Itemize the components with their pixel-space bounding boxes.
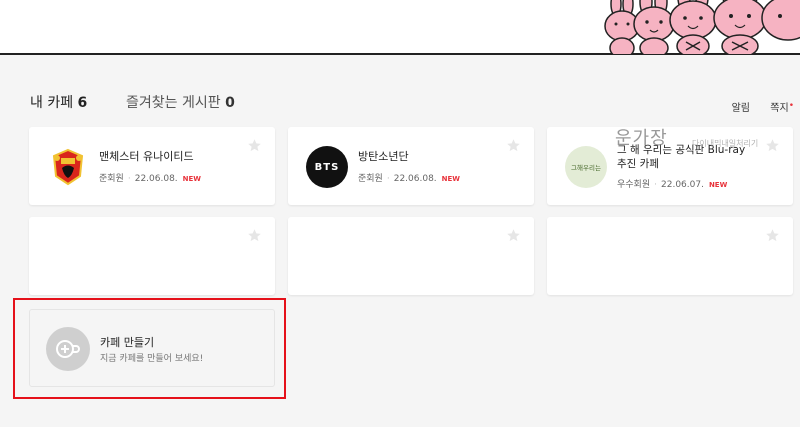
cafe-name: 맨체스터 유나이티드 [99,150,194,163]
member-grade: 준회원 [358,174,383,184]
pink-rabbit-mascot-icons [604,0,800,54]
my-cafe-count: 6 [77,95,88,111]
make-cafe-subtitle: 지금 카페를 만들어 보세요! [100,354,204,364]
visit-date: 22.06.08. [134,174,178,184]
note-label: 쪽지 [770,103,789,114]
drama-logo-text: 그해우리는 [571,164,601,172]
star-icon[interactable] [247,228,262,243]
favorite-board-heading[interactable]: 즐겨찾는 게시판 0 [126,92,235,112]
alarm-link[interactable]: 알림 [732,99,750,114]
empty-cafe-slot[interactable] [547,217,793,295]
favorite-board-count: 0 [225,95,235,111]
empty-cafe-slot[interactable] [29,217,275,295]
bts-logo-text: BTS [314,161,340,173]
star-icon[interactable] [765,228,780,243]
my-cafe-label: 내 카페 [30,95,74,111]
member-grade: 우수회원 [617,180,651,190]
note-new-dot: • [788,101,794,111]
cafe-card-manchester-united[interactable]: 맨체스터 유나이티드 준회원 · 22.06.08. NEW [29,127,275,205]
cafe-meta: 준회원 · 22.06.08. NEW [358,174,461,184]
top-banner [0,0,800,55]
cafe-name: 그 해 우리는 공식판 Blu-ray 추진 카페 [617,144,746,170]
cafe-card-bts[interactable]: BTS 방탄소년단 준회원 · 22.06.08. NEW [288,127,534,205]
star-icon[interactable] [247,138,262,153]
cafe-card-our-beloved-summer[interactable]: 그해우리는 그 해 우리는 공식판 Blu-ray 추진 카페 우수회원 · 22.… [547,127,793,205]
star-icon[interactable] [765,138,780,153]
new-badge: NEW [441,175,461,183]
my-cafe-heading[interactable]: 내 카페 6 [30,92,87,112]
cafe-section-header: 내 카페 6 즐겨찾는 게시판 0 알림 쪽지• [30,92,795,114]
empty-cafe-slot[interactable] [288,217,534,295]
manchester-united-crest-icon [48,147,88,187]
star-icon[interactable] [506,138,521,153]
note-link[interactable]: 쪽지• [770,99,794,114]
cafe-meta: 준회원 · 22.06.08. NEW [99,174,202,184]
cafe-name: 방탄소년단 [358,150,409,163]
bts-logo-icon: BTS [306,146,348,188]
visit-date: 22.06.07. [661,180,704,190]
drama-cafe-logo-icon: 그해우리는 [565,146,607,188]
make-cafe-title: 카페 만들기 [100,336,155,349]
favorite-board-label: 즐겨찾는 게시판 [126,95,221,111]
star-icon[interactable] [506,228,521,243]
member-grade: 준회원 [99,174,124,184]
cup-plus-icon [46,327,90,371]
make-cafe-button[interactable]: 카페 만들기 지금 카페를 만들어 보세요! [29,309,275,387]
new-badge: NEW [708,181,728,189]
new-badge: NEW [182,175,202,183]
cafe-meta: 우수회원 · 22.06.07. NEW [617,180,728,190]
visit-date: 22.06.08. [393,174,437,184]
